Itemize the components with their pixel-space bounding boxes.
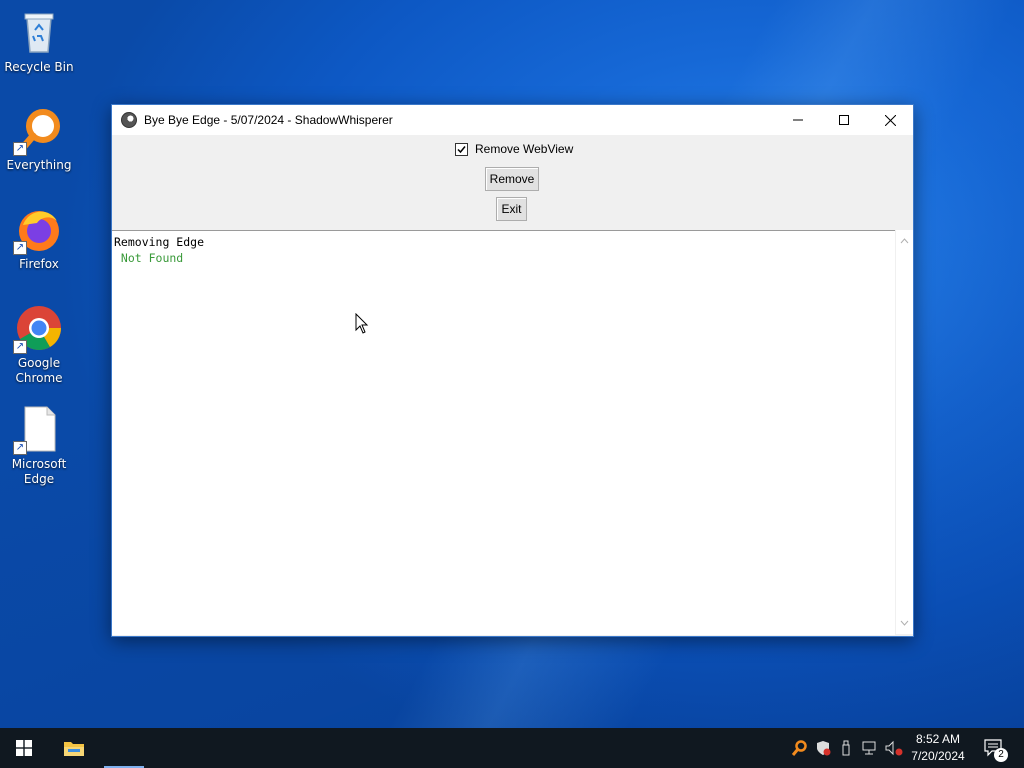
app-icon [121,112,137,128]
desktop-icon-google-chrome[interactable]: ↗ Google Chrome [4,304,74,386]
close-icon [884,114,896,126]
desktop-icon-label: Recycle Bin [4,60,74,74]
maximize-button[interactable] [821,105,867,135]
shortcut-arrow-icon: ↗ [13,340,27,354]
file-explorer-taskbar-button[interactable] [52,728,96,768]
tray-usb-icon[interactable] [836,728,856,768]
clock-time[interactable]: 8:52 AM [906,732,970,746]
desktop-icon-label: Firefox [19,257,59,271]
folder-icon [64,742,84,756]
scroll-up-icon[interactable] [900,236,909,245]
remove-webview-option[interactable]: Remove WebView [455,142,573,156]
notification-center-button[interactable]: 2 [978,728,1010,768]
scroll-down-icon[interactable] [900,619,909,628]
minimize-button[interactable] [775,105,821,135]
output-scrollbar[interactable] [896,230,913,634]
remove-webview-label: Remove WebView [475,142,574,156]
log-line-status: Not Found [114,251,184,265]
maximize-icon [839,115,849,125]
tray-network-icon[interactable] [858,728,880,768]
controls-panel: Remove WebView Remove Exit [112,135,913,230]
remove-button[interactable]: Remove [485,167,539,191]
recycle-bin-icon [15,8,63,56]
minimize-icon [793,119,803,121]
remove-webview-checkbox[interactable] [455,142,468,156]
desktop-icon-label: Microsoft Edge [11,457,67,486]
desktop-icon-everything[interactable]: ↗ Everything [4,106,74,173]
tray-security-icon[interactable] [812,728,834,768]
taskbar: 8:52 AM 7/20/2024 2 [0,728,1024,768]
shortcut-arrow-icon: ↗ [13,142,27,156]
start-button[interactable] [0,728,48,768]
chrome-icon: ↗ [13,304,63,354]
desktop-icon-recycle-bin[interactable]: Recycle Bin [4,8,74,75]
desktop-icon-label: Everything [6,158,72,172]
tray-everything-icon[interactable] [788,728,810,768]
shortcut-arrow-icon: ↗ [13,441,27,455]
shortcut-arrow-icon: ↗ [13,241,27,255]
checkmark-icon [457,145,466,153]
log-line: Removing Edge [114,235,205,249]
window-title: Bye Bye Edge - 5/07/2024 - ShadowWhisper… [144,113,393,127]
desktop-icon-label: Google Chrome [15,356,63,385]
tray-volume-muted-icon[interactable] [882,728,906,768]
mouse-cursor-icon [355,313,369,334]
window-titlebar[interactable]: Bye Bye Edge - 5/07/2024 - ShadowWhisper… [112,105,913,135]
output-log[interactable]: Removing Edge Not Found [112,230,895,635]
close-button[interactable] [867,105,913,135]
bye-bye-edge-window: Bye Bye Edge - 5/07/2024 - ShadowWhisper… [111,104,914,637]
windows-logo-icon [16,740,32,756]
firefox-icon: ↗ [13,205,63,255]
clock-date[interactable]: 7/20/2024 [906,749,970,763]
desktop-icon-microsoft-edge[interactable]: ↗ Microsoft Edge [4,405,74,487]
notification-count-badge: 2 [994,748,1008,762]
blank-file-icon: ↗ [13,405,63,455]
exit-button[interactable]: Exit [496,197,527,221]
everything-search-icon: ↗ [13,106,63,156]
desktop-icon-firefox[interactable]: ↗ Firefox [4,205,74,272]
